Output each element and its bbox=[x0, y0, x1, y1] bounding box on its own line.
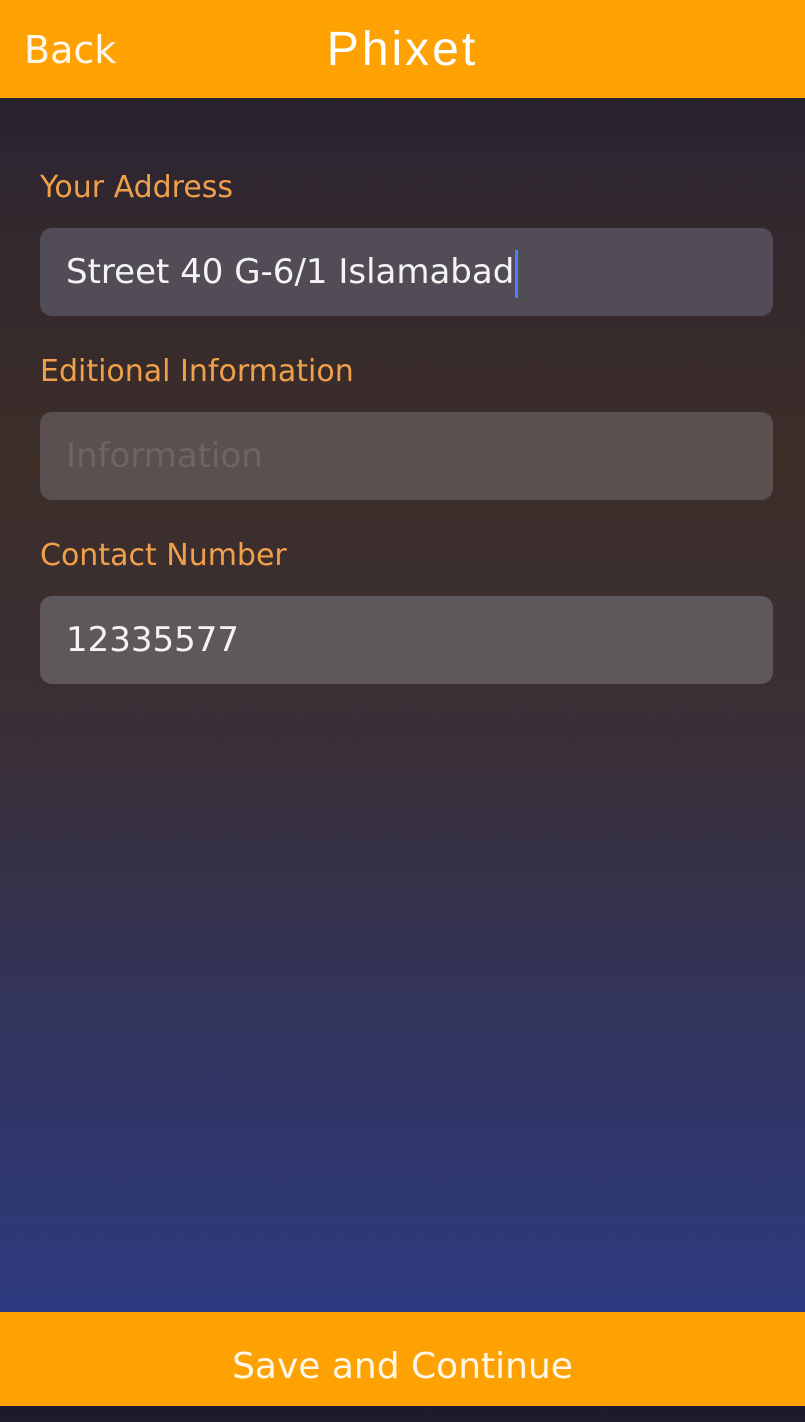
additional-info-placeholder: Information bbox=[66, 436, 263, 476]
additional-info-label: Editional Information bbox=[40, 354, 354, 389]
text-caret bbox=[515, 249, 519, 298]
address-value: Street 40 G-6/1 Islamabad bbox=[66, 252, 515, 292]
contact-number-label: Contact Number bbox=[40, 538, 287, 573]
address-input[interactable]: Street 40 G-6/1 Islamabad bbox=[40, 228, 773, 316]
address-label: Your Address bbox=[40, 170, 234, 205]
contact-number-input[interactable]: 12335577 bbox=[40, 596, 773, 684]
save-and-continue-button[interactable]: Save and Continue bbox=[0, 1312, 805, 1406]
address-form: Your Address Street 40 G-6/1 Islamabad E… bbox=[40, 160, 773, 684]
app-title: Phixet bbox=[326, 23, 479, 76]
additional-info-input[interactable]: Information bbox=[40, 412, 773, 500]
top-bar: Back Phixet bbox=[0, 0, 805, 98]
contact-number-value: 12335577 bbox=[66, 620, 240, 660]
